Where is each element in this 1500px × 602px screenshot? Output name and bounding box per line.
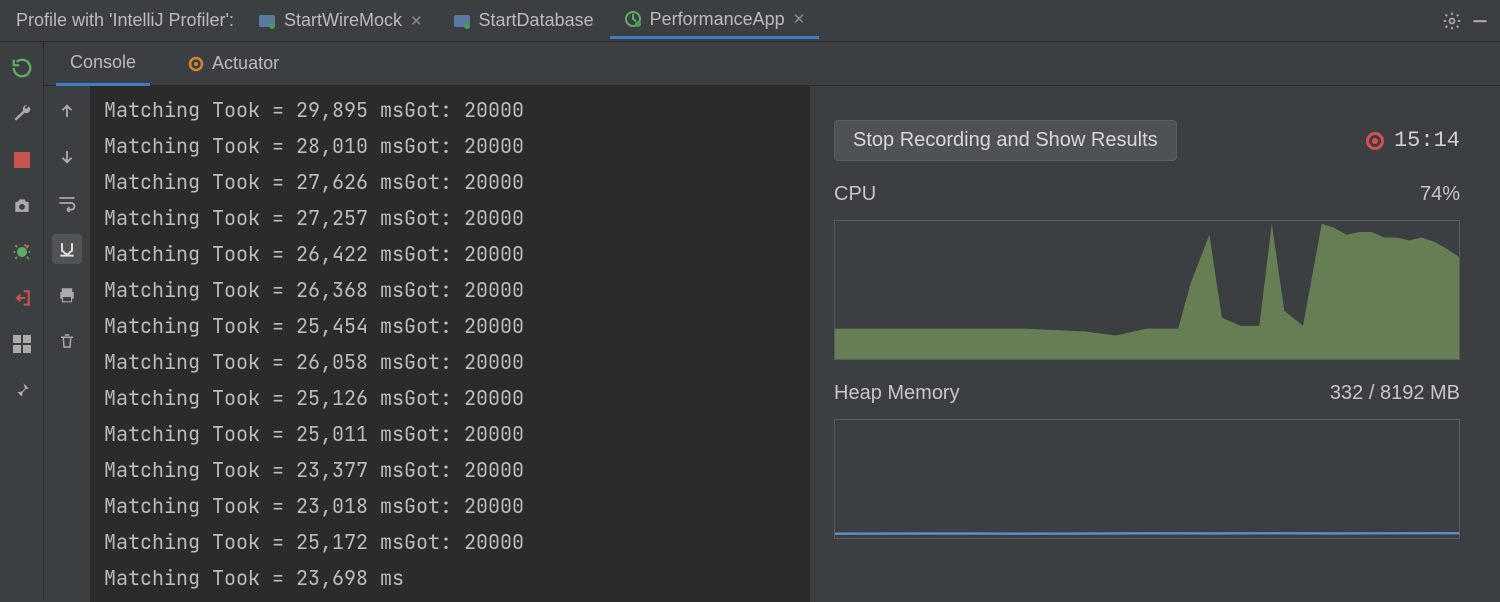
left-gutter — [0, 42, 44, 600]
layout-icon[interactable] — [8, 330, 36, 358]
run-config-tabs: StartWireMock ✕ StartDatabase Performanc… — [244, 3, 819, 39]
run-tab-performanceapp[interactable]: PerformanceApp ✕ — [610, 3, 820, 39]
sub-tabs: Console Actuator — [44, 42, 1500, 86]
heap-chart — [834, 419, 1460, 539]
recording-time: 15:14 — [1366, 128, 1460, 153]
main-class-icon — [453, 12, 471, 30]
exit-icon[interactable] — [8, 284, 36, 312]
run-tab-startwiremock[interactable]: StartWireMock ✕ — [244, 3, 437, 39]
close-icon[interactable]: ✕ — [793, 10, 806, 28]
pin-icon[interactable] — [8, 376, 36, 404]
bug-profile-icon[interactable] — [8, 238, 36, 266]
profiler-label: Profile with 'IntelliJ Profiler': — [6, 10, 244, 31]
tab-console[interactable]: Console — [56, 42, 150, 86]
heap-value: 332 / 8192 MB — [1330, 382, 1460, 405]
run-tab-label: StartDatabase — [479, 10, 594, 31]
record-icon — [1366, 132, 1384, 150]
camera-icon[interactable] — [8, 192, 36, 220]
profiler-run-icon — [624, 10, 642, 28]
arrow-down-icon[interactable] — [52, 142, 82, 172]
stop-recording-button[interactable]: Stop Recording and Show Results — [834, 120, 1177, 161]
stop-icon[interactable] — [8, 146, 36, 174]
elapsed-time: 15:14 — [1394, 128, 1460, 153]
scroll-to-end-icon[interactable] — [52, 234, 82, 264]
cpu-label: CPU — [834, 183, 876, 206]
run-tab-label: StartWireMock — [284, 10, 402, 31]
run-tab-startdatabase[interactable]: StartDatabase — [439, 3, 608, 39]
actuator-icon — [188, 56, 204, 72]
cpu-value: 74% — [1420, 183, 1460, 206]
arrow-up-icon[interactable] — [52, 96, 82, 126]
profiler-panel: Stop Recording and Show Results 15:14 CP… — [810, 86, 1500, 602]
top-bar: Profile with 'IntelliJ Profiler': StartW… — [0, 0, 1500, 42]
print-icon[interactable] — [52, 280, 82, 310]
main-class-icon — [258, 12, 276, 30]
wrench-icon[interactable] — [8, 100, 36, 128]
cpu-chart — [834, 220, 1460, 360]
trash-icon[interactable] — [52, 326, 82, 356]
gear-icon[interactable] — [1438, 7, 1466, 35]
minimize-icon[interactable] — [1466, 7, 1494, 35]
rerun-icon[interactable] — [8, 54, 36, 82]
tab-actuator-label: Actuator — [212, 53, 279, 74]
heap-label: Heap Memory — [834, 382, 960, 405]
close-icon[interactable]: ✕ — [410, 12, 423, 30]
tab-actuator[interactable]: Actuator — [174, 43, 293, 84]
console-output[interactable]: Matching Took = 29,895 msGot: 20000 Matc… — [90, 86, 810, 602]
soft-wrap-icon[interactable] — [52, 188, 82, 218]
run-tab-label: PerformanceApp — [650, 9, 785, 30]
console-toolbar — [44, 86, 90, 602]
